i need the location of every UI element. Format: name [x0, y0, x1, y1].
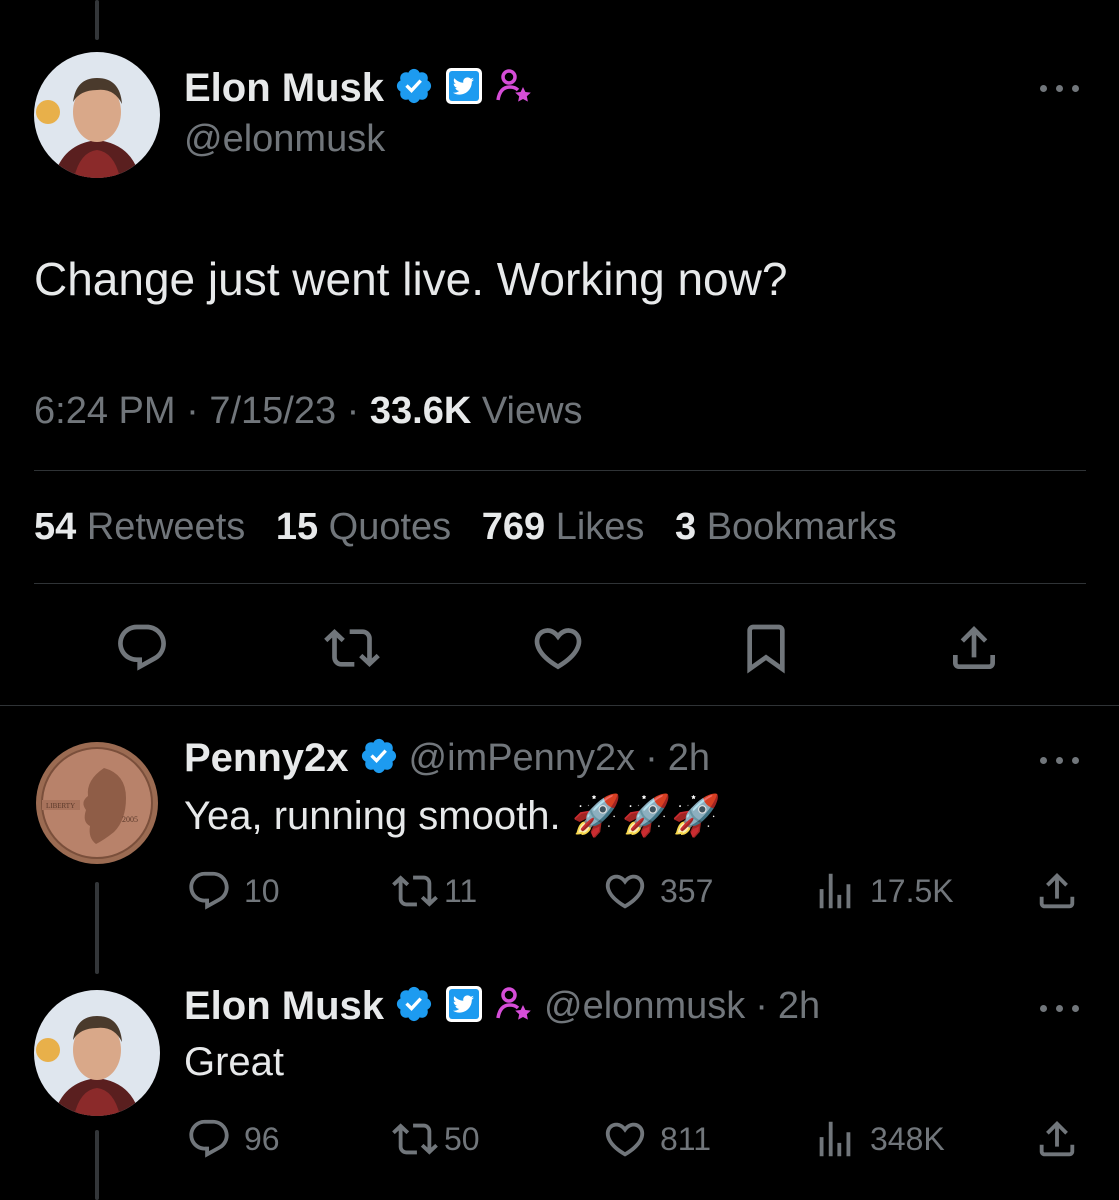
like-count: 357	[660, 872, 714, 909]
reply-author-handle[interactable]: @elonmusk	[544, 985, 745, 1028]
verified-badge-icon[interactable]	[394, 66, 434, 111]
like-count: 811	[660, 1120, 712, 1157]
twitter-affiliate-badge-icon[interactable]	[444, 66, 484, 111]
reply-button[interactable]: 96	[186, 1116, 280, 1162]
tweet-text: Change just went live. Working now?	[34, 253, 788, 305]
person-star-badge-icon[interactable]	[494, 66, 534, 111]
more-options-icon[interactable]	[1040, 754, 1084, 766]
author-handle[interactable]: @elonmusk	[184, 118, 385, 161]
reply-text: Yea, running smooth. 🚀🚀🚀	[184, 792, 721, 839]
views-button[interactable]: 17.5K	[812, 868, 954, 914]
views-label: Views	[481, 390, 583, 432]
avatar-elon-reply[interactable]	[34, 990, 160, 1116]
meta-separator: ·	[186, 390, 210, 432]
meta-separator: ·	[346, 390, 370, 432]
reply-author-handle[interactable]: @imPenny2x	[409, 737, 636, 780]
share-icon[interactable]	[946, 620, 1002, 681]
retweet-count: 11	[444, 872, 478, 909]
reply-text-body: Yea, running smooth.	[184, 794, 561, 838]
retweet-button[interactable]: 11	[392, 868, 477, 914]
stat-retweets[interactable]: 54 Retweets	[34, 506, 245, 548]
reply-time[interactable]: 2h	[778, 985, 820, 1028]
views-button[interactable]: 348K	[812, 1116, 945, 1162]
stat-likes[interactable]: 769 Likes	[482, 506, 645, 548]
meta-separator: ·	[645, 737, 658, 779]
bookmark-icon[interactable]	[738, 620, 794, 681]
verified-badge-icon[interactable]	[394, 984, 434, 1029]
reply-header: Penny2x @imPenny2x · 2h	[184, 736, 710, 781]
reply-button[interactable]: 10	[186, 868, 280, 914]
tweet-time[interactable]: 6:24 PM	[34, 390, 176, 432]
stat-quotes[interactable]: 15 Quotes	[276, 506, 451, 548]
svg-text:LIBERTY: LIBERTY	[46, 802, 75, 810]
thread-line-top	[95, 0, 99, 40]
rocket-emoji: 🚀🚀🚀	[571, 794, 722, 838]
views-count: 348K	[870, 1120, 945, 1157]
like-button[interactable]: 357	[602, 868, 713, 914]
author-row: Elon Musk	[184, 66, 534, 111]
author-name[interactable]: Elon Musk	[184, 66, 384, 111]
more-options-icon[interactable]	[1040, 1002, 1084, 1014]
reply-count: 96	[244, 1120, 280, 1157]
thread-line	[95, 882, 99, 974]
reply-text-body: Great	[184, 1040, 285, 1084]
twitter-affiliate-badge-icon[interactable]	[444, 984, 484, 1029]
reply-author-name[interactable]: Elon Musk	[184, 984, 384, 1029]
reply-icon[interactable]	[114, 620, 170, 681]
divider	[34, 583, 1086, 584]
divider	[34, 470, 1086, 471]
avatar-penny2x[interactable]: LIBERTY 2005	[34, 740, 160, 866]
share-icon[interactable]	[1034, 868, 1080, 919]
share-icon[interactable]	[1034, 1116, 1080, 1167]
verified-badge-icon[interactable]	[359, 736, 399, 781]
stat-bookmarks[interactable]: 3 Bookmarks	[675, 506, 897, 548]
reply-time[interactable]: 2h	[668, 737, 710, 780]
retweet-button[interactable]: 50	[392, 1116, 480, 1162]
views-count: 17.5K	[870, 872, 954, 909]
like-icon[interactable]	[530, 620, 586, 681]
reply-count: 10	[244, 872, 280, 909]
tweet-stats: 54 Retweets 15 Quotes 769 Likes 3 Bookma…	[34, 506, 897, 549]
retweet-count: 50	[444, 1120, 480, 1157]
retweet-icon[interactable]	[324, 620, 380, 681]
avatar-elon-main[interactable]	[34, 52, 160, 178]
views-count: 33.6K	[369, 390, 472, 432]
thread-line	[95, 1130, 99, 1200]
reply-header: Elon Musk @elonmusk · 2h	[184, 984, 820, 1029]
person-star-badge-icon[interactable]	[494, 984, 534, 1029]
more-options-icon[interactable]	[1040, 82, 1084, 94]
meta-separator: ·	[755, 985, 768, 1027]
svg-text:2005: 2005	[122, 815, 138, 824]
reply-author-name[interactable]: Penny2x	[184, 736, 349, 781]
like-button[interactable]: 811	[602, 1116, 711, 1162]
divider	[0, 705, 1119, 706]
tweet-date[interactable]: 7/15/23	[209, 390, 336, 432]
tweet-meta: 6:24 PM · 7/15/23 · 33.6K Views	[34, 390, 583, 433]
